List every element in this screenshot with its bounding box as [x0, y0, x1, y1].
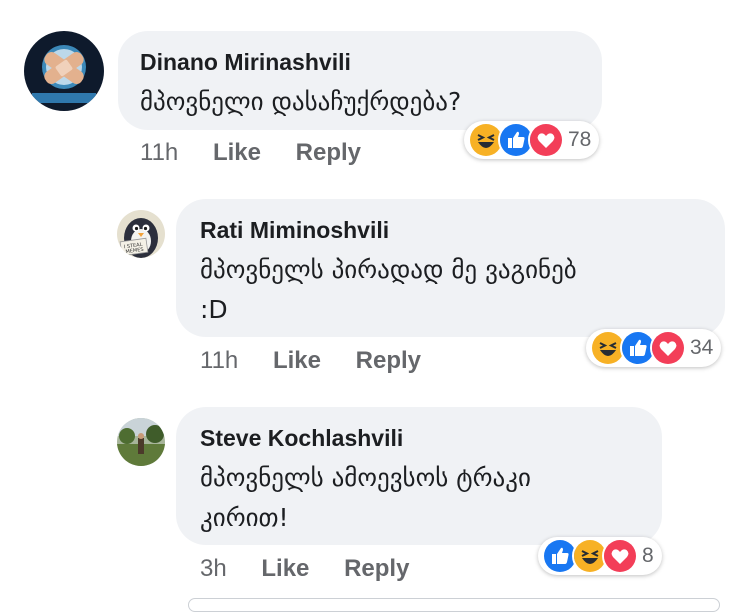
- reactions-summary[interactable]: 34: [586, 329, 722, 367]
- reply-input-edge[interactable]: [188, 598, 720, 612]
- avatar-bandage-image: [24, 31, 104, 111]
- comment-timestamp[interactable]: 3h: [200, 555, 227, 582]
- comment-actions: 11h Like Reply: [200, 347, 421, 375]
- avatar[interactable]: [117, 418, 165, 466]
- comment-timestamp[interactable]: 11h: [140, 139, 178, 166]
- avatar-outdoor-photo: [117, 418, 165, 466]
- reply-button[interactable]: Reply: [356, 347, 421, 374]
- reactions-summary[interactable]: 78: [464, 121, 600, 159]
- like-button[interactable]: Like: [213, 139, 261, 166]
- love-icon: [602, 538, 638, 574]
- reply-button[interactable]: Reply: [344, 555, 409, 582]
- comment-text: მპოვნელს ამოევსოს ტრაკი კირით!: [200, 463, 531, 532]
- avatar-penguin-image: I STEAL MEMES: [117, 210, 165, 258]
- reaction-count: 78: [568, 128, 592, 151]
- comment-timestamp[interactable]: 11h: [200, 347, 238, 374]
- reaction-count: 8: [642, 544, 654, 567]
- comment-actions: 11h Like Reply: [140, 139, 361, 167]
- comment-actions: 3h Like Reply: [200, 555, 409, 583]
- reply-button[interactable]: Reply: [296, 139, 361, 166]
- love-icon: [528, 122, 564, 158]
- comment-author[interactable]: Steve Kochlashvili: [200, 425, 403, 452]
- avatar[interactable]: [24, 31, 104, 111]
- comment-text: მპოვნელი დასაჩუქრდება?: [140, 87, 462, 116]
- comment-text: მპოვნელს პირადად მე ვაგინებ :D: [200, 255, 577, 324]
- avatar[interactable]: I STEAL MEMES: [117, 210, 165, 258]
- reaction-count: 34: [690, 336, 714, 359]
- love-icon: [650, 330, 686, 366]
- like-button[interactable]: Like: [273, 347, 321, 374]
- comment-author[interactable]: Rati Miminoshvili: [200, 217, 389, 244]
- comment-author[interactable]: Dinano Mirinashvili: [140, 49, 351, 76]
- reactions-summary[interactable]: 8: [538, 537, 662, 575]
- like-button[interactable]: Like: [261, 555, 309, 582]
